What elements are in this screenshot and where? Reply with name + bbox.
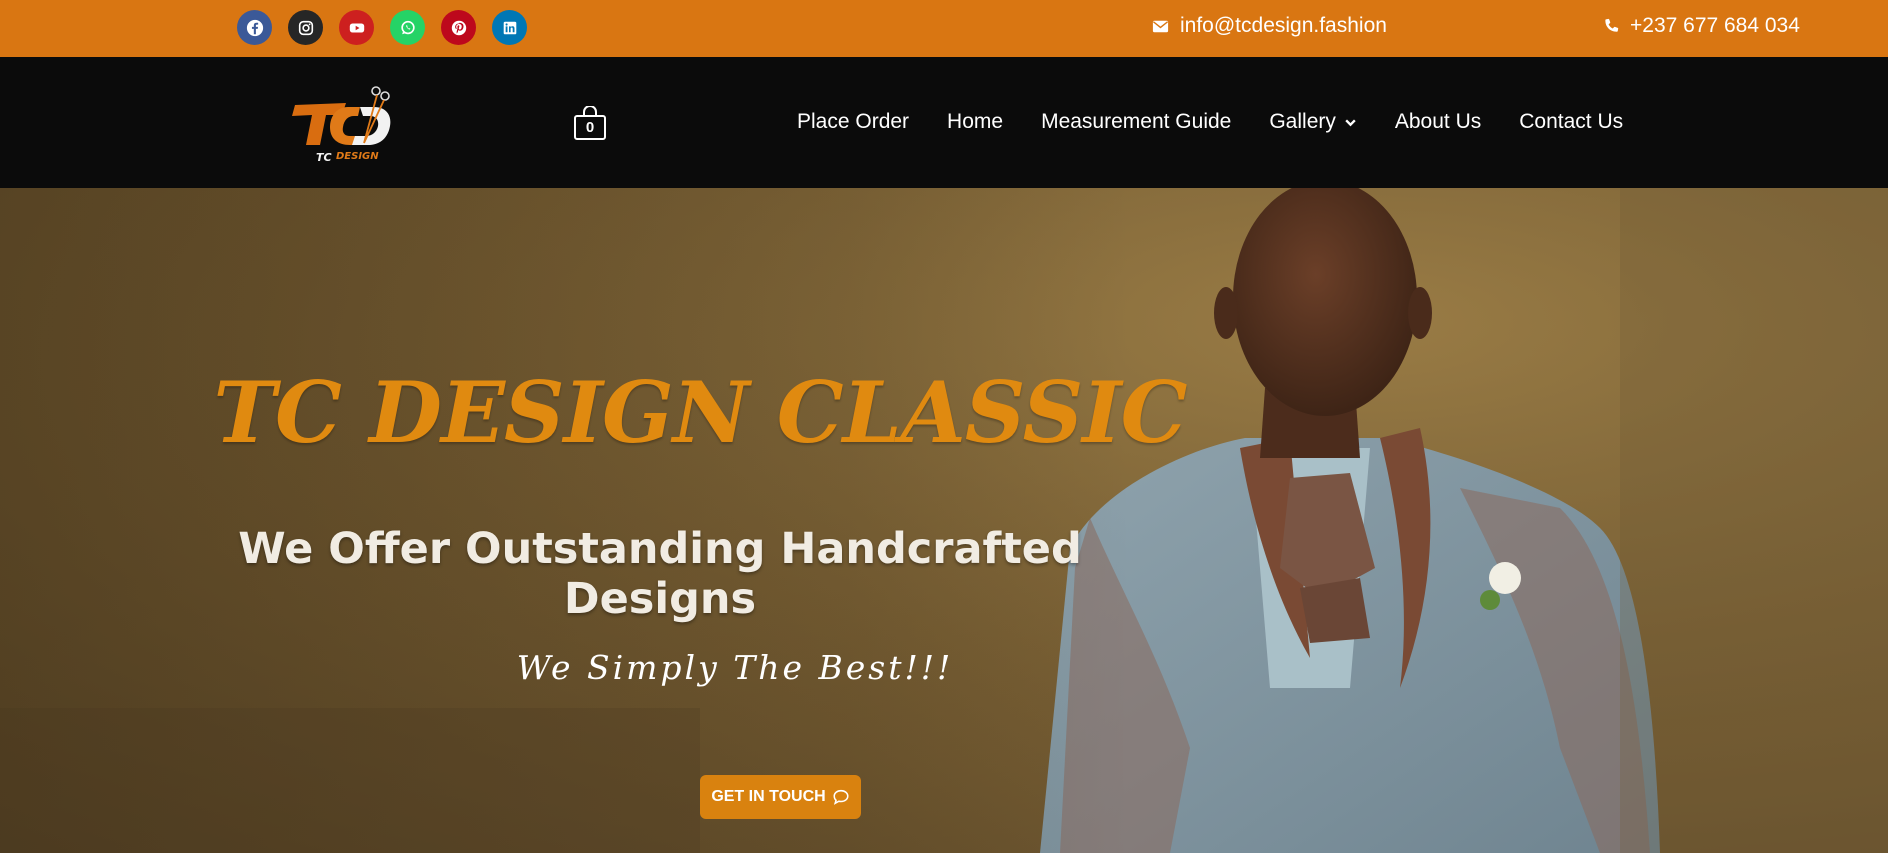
email-text: info@tcdesign.fashion	[1180, 14, 1387, 37]
whatsapp-icon[interactable]	[390, 10, 425, 45]
youtube-icon[interactable]	[339, 10, 374, 45]
envelope-icon	[1152, 20, 1169, 32]
social-links	[237, 10, 527, 45]
cart-button[interactable]: 0	[573, 106, 607, 141]
svg-text:TC: TC	[316, 151, 332, 164]
facebook-icon[interactable]	[237, 10, 272, 45]
nav-about-us[interactable]: About Us	[1395, 110, 1481, 134]
contact-email[interactable]: info@tcdesign.fashion	[1151, 14, 1387, 38]
nav-gallery[interactable]: Gallery	[1269, 110, 1357, 134]
hero-subtitle: We Offer Outstanding Handcrafted Designs	[238, 524, 1082, 624]
main-nav: Place Order Home Measurement Guide Galle…	[797, 110, 1623, 134]
top-bar: info@tcdesign.fashion +237 677 684 034	[0, 0, 1888, 57]
nav-contact-us[interactable]: Contact Us	[1519, 110, 1623, 134]
instagram-icon[interactable]	[288, 10, 323, 45]
linkedin-icon[interactable]	[492, 10, 527, 45]
hero-title: TC DESIGN CLASSIC	[213, 363, 1188, 462]
nav-gallery-label: Gallery	[1269, 110, 1336, 133]
phone-icon	[1605, 18, 1619, 32]
hero-overlay	[0, 188, 1888, 853]
main-header: TC DESIGN 0 Place Order Home Measurement…	[0, 57, 1888, 188]
cta-label: GET IN TOUCH	[711, 788, 826, 805]
nav-home[interactable]: Home	[947, 110, 1003, 134]
hero-tagline: We Simply The Best!!!	[516, 648, 954, 687]
nav-place-order[interactable]: Place Order	[797, 110, 909, 134]
svg-text:DESIGN: DESIGN	[336, 151, 379, 162]
chat-bubble-icon	[833, 789, 849, 805]
contact-phone[interactable]: +237 677 684 034	[1601, 14, 1800, 38]
phone-text: +237 677 684 034	[1630, 14, 1800, 37]
site-logo[interactable]: TC DESIGN	[290, 83, 402, 169]
hero-section: TC DESIGN CLASSIC We Offer Outstanding H…	[0, 188, 1888, 853]
nav-measurement-guide[interactable]: Measurement Guide	[1041, 110, 1231, 134]
chevron-down-icon	[1345, 118, 1356, 126]
pinterest-icon[interactable]	[441, 10, 476, 45]
cart-count: 0	[585, 119, 595, 136]
get-in-touch-button[interactable]: GET IN TOUCH	[700, 775, 861, 819]
